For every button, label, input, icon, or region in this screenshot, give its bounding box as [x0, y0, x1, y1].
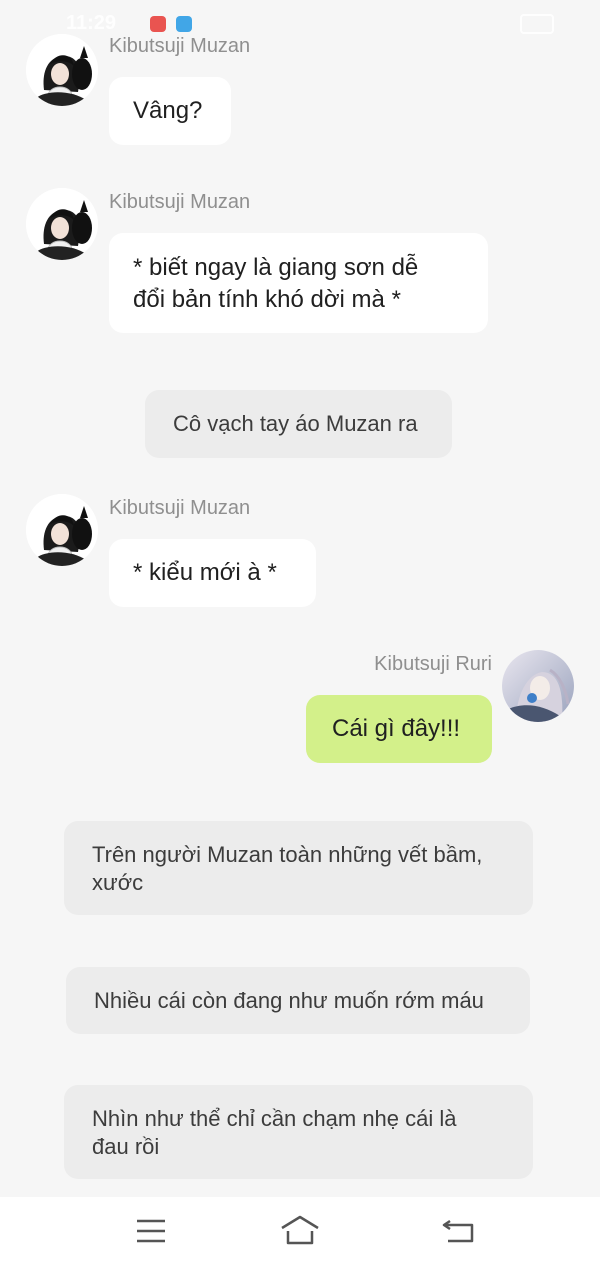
avatar-ruri-image [502, 650, 574, 722]
narration-text-line: Nhìn như thể chỉ cần chạm nhẹ cái là [92, 1106, 457, 1131]
avatar-muzan[interactable] [26, 34, 98, 106]
navigation-bar [0, 1197, 600, 1267]
home-icon[interactable] [279, 1213, 321, 1249]
narration-box: Trên người Muzan toàn những vết bầm, xướ… [64, 821, 533, 915]
message-bubble[interactable]: * biết ngay là giang sơn dễ đổi bản tính… [109, 233, 488, 333]
message-text-line: đổi bản tính khó dời mà * [133, 286, 401, 313]
narration-text-line: xước [92, 870, 144, 895]
avatar-ruri[interactable] [502, 650, 574, 722]
status-bar: 11:29 [0, 0, 600, 44]
narration-text-line: Trên người Muzan toàn những vết bầm, [92, 842, 483, 867]
narration-box: Nhìn như thể chỉ cần chạm nhẹ cái là đau… [64, 1085, 533, 1179]
avatar-muzan-image [26, 34, 98, 106]
speaker-name: Kibutsuji Muzan [109, 497, 251, 519]
message-text: Vâng? [133, 97, 203, 124]
avatar-muzan[interactable] [26, 494, 98, 566]
narration-box: Nhiều cái còn đang như muốn rớm máu [66, 967, 530, 1034]
narration-text-line: đau rồi [92, 1134, 160, 1159]
novel-toon-icon [176, 16, 192, 32]
speaker-name: Kibutsuji Muzan [109, 35, 251, 57]
message-text: * kiểu mới à * [133, 559, 277, 586]
status-time: 11:29 [66, 12, 117, 34]
narration-text: Cô vạch tay áo Muzan ra [173, 411, 418, 436]
message-text-line: * biết ngay là giang sơn dễ [133, 254, 419, 281]
speaker-name: Kibutsuji Muzan [109, 191, 251, 213]
avatar-muzan[interactable] [26, 188, 98, 260]
battery-icon [520, 14, 554, 34]
manga-toon-icon [150, 16, 166, 32]
narration-box: Cô vạch tay áo Muzan ra [145, 390, 452, 458]
avatar-muzan-image [26, 188, 98, 260]
message-bubble-self[interactable]: Cái gì đây!!! [306, 695, 492, 763]
message-bubble[interactable]: Vâng? [109, 77, 231, 145]
narration-text: Nhiều cái còn đang như muốn rớm máu [94, 988, 484, 1013]
message-text: Cái gì đây!!! [332, 715, 461, 742]
speaker-name: Kibutsuji Ruri [374, 653, 492, 675]
back-icon[interactable] [440, 1213, 480, 1249]
avatar-muzan-image [26, 494, 98, 566]
menu-icon[interactable] [131, 1213, 171, 1249]
message-bubble[interactable]: * kiểu mới à * [109, 539, 316, 607]
